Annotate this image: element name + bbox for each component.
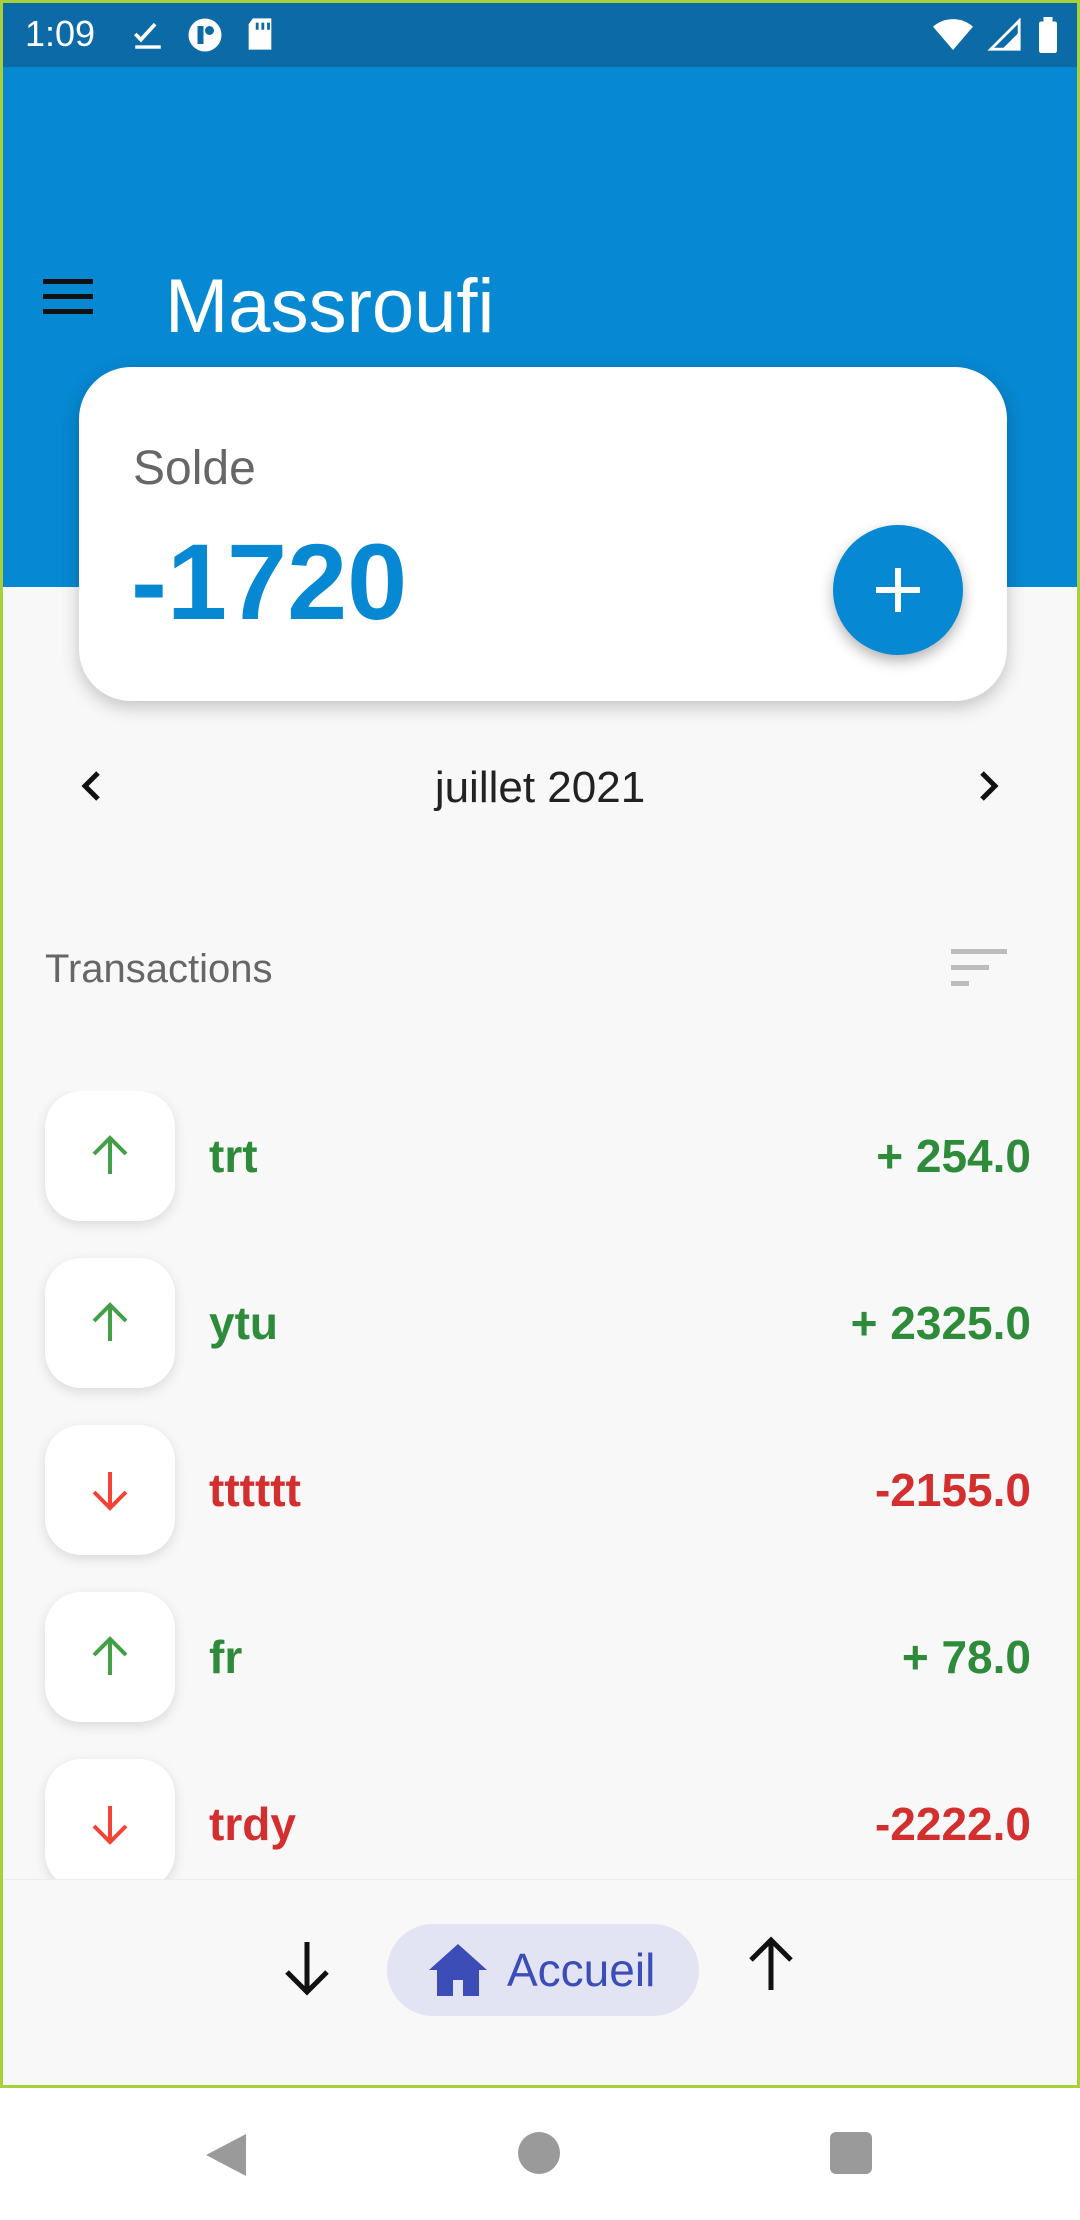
- system-navigation-bar: [0, 2088, 1080, 2220]
- app-title: Massroufi: [165, 264, 495, 349]
- bottom-navigation: Accueil: [3, 1879, 1077, 2085]
- transaction-row[interactable]: tttttt -2155.0: [3, 1425, 1077, 1555]
- app-frame: 1:09 Massroufi Solde -1720 juillet 2021 …: [0, 0, 1080, 2088]
- transaction-name: trt: [209, 1130, 258, 1182]
- add-transaction-button[interactable]: [833, 525, 963, 655]
- transactions-title: Transactions: [45, 947, 273, 991]
- arrow-up-icon: [92, 1135, 128, 1174]
- transaction-icon-box: [45, 1258, 175, 1388]
- status-icons-left: [131, 17, 275, 53]
- hamburger-menu-icon[interactable]: [41, 277, 95, 317]
- nav-home-button[interactable]: Accueil: [387, 1924, 699, 2016]
- transaction-icon-box: [45, 1425, 175, 1555]
- month-navigator: juillet 2021: [3, 743, 1077, 833]
- transaction-icon-box: [45, 1592, 175, 1722]
- transaction-name: fr: [209, 1631, 243, 1683]
- system-recents-icon[interactable]: [830, 2132, 872, 2174]
- transaction-icon-box: [45, 1759, 175, 1879]
- transaction-row[interactable]: fr + 78.0: [3, 1592, 1077, 1722]
- transaction-name: tttttt: [209, 1464, 301, 1516]
- chevron-right-icon[interactable]: [963, 761, 1013, 811]
- status-icons-right: [933, 17, 1059, 53]
- sd-card-icon: [248, 18, 272, 50]
- arrow-up-icon[interactable]: [739, 1932, 803, 1996]
- transaction-amount: -2155.0: [874, 1464, 1031, 1516]
- transaction-list: trt + 254.0 ytu + 2325.0 tttttt -2155.0 fr + 78…: [3, 1091, 1077, 1879]
- checkmark-download-icon: [133, 22, 161, 49]
- month-label: juillet 2021: [434, 763, 646, 812]
- system-back-icon[interactable]: [204, 2132, 248, 2178]
- transaction-amount: + 2325.0: [850, 1297, 1031, 1349]
- transaction-row[interactable]: ytu + 2325.0: [3, 1258, 1077, 1388]
- transaction-icon-box: [45, 1091, 175, 1221]
- transaction-row[interactable]: trdy -2222.0: [3, 1759, 1077, 1879]
- cell-signal-icon: [987, 18, 1021, 51]
- transaction-name: trdy: [209, 1798, 296, 1850]
- status-bar: 1:09: [3, 3, 1077, 67]
- battery-icon: [1039, 17, 1057, 53]
- arrow-up-icon: [92, 1302, 128, 1341]
- transaction-name: ytu: [209, 1297, 278, 1349]
- arrow-up-icon: [92, 1636, 128, 1675]
- transaction-amount: + 78.0: [901, 1631, 1031, 1683]
- system-home-icon[interactable]: [518, 2132, 560, 2174]
- app-notification-icon: [188, 18, 222, 52]
- transaction-row[interactable]: trt + 254.0: [3, 1091, 1077, 1221]
- status-time: 1:09: [25, 13, 96, 54]
- home-icon: [429, 1944, 487, 1996]
- nav-home-label: Accueil: [507, 1944, 656, 1996]
- sort-icon[interactable]: [949, 945, 1009, 991]
- balance-value: -1720: [131, 521, 408, 642]
- wifi-icon: [933, 19, 973, 50]
- arrow-down-icon: [92, 1806, 128, 1845]
- transaction-amount: -2222.0: [874, 1798, 1031, 1850]
- balance-label: Solde: [133, 442, 256, 495]
- balance-card: Solde -1720: [79, 367, 1007, 701]
- transaction-amount: + 254.0: [876, 1130, 1031, 1182]
- plus-icon: [876, 568, 920, 612]
- arrow-down-icon[interactable]: [275, 1936, 339, 2000]
- arrow-down-icon: [92, 1472, 128, 1511]
